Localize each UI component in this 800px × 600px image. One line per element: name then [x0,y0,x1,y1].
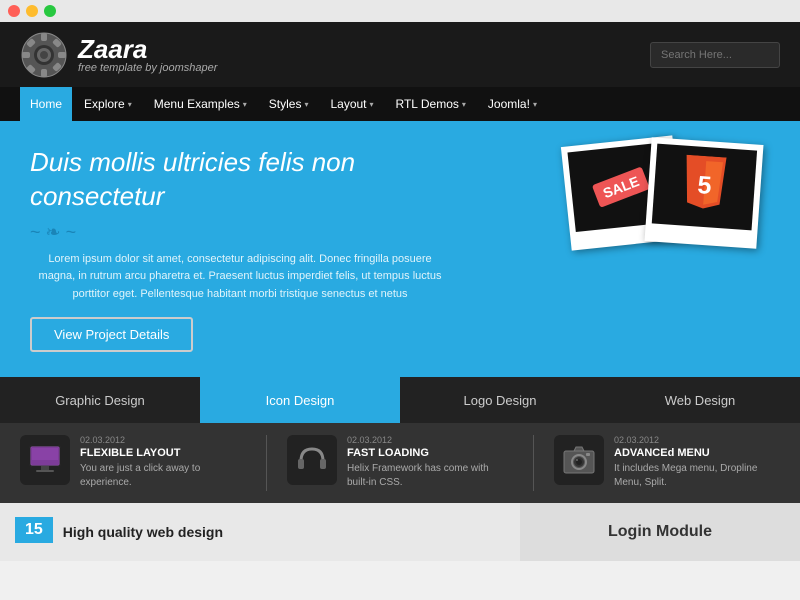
gear-icon [20,31,68,79]
chevron-down-icon: ▾ [462,100,466,109]
feature-1-date: 02.03.2012 [80,435,246,445]
headphones-svg [293,441,331,479]
feature-flexible-layout: 02.03.2012 FLEXIBLE LAYOUT You are just … [20,435,246,490]
close-button[interactable] [8,5,20,17]
page: Zaara free template by joomshaper Home E… [0,22,800,600]
chevron-down-icon: ▾ [370,100,374,109]
hero-description: Lorem ipsum dolor sit amet, consectetur … [30,251,450,304]
feature-1-text: 02.03.2012 FLEXIBLE LAYOUT You are just … [80,435,246,490]
monitor-svg [26,441,64,479]
title-bar [0,0,800,22]
bottom-strip: 15 High quality web design Login Module [0,503,800,561]
html5-badge: 5 [677,155,731,218]
camera-icon [554,435,604,485]
bottom-text-block: High quality web design [63,524,505,540]
hero-ornament: ~ ❧ ~ [30,222,450,243]
feature-fast-loading: 02.03.2012 FAST LOADING Helix Framework … [287,435,513,490]
nav-item-home[interactable]: Home [20,87,72,121]
view-project-button[interactable]: View Project Details [30,317,193,352]
feature-2-desc: Helix Framework has come with built-in C… [347,462,513,490]
bottom-number-badge: 15 [15,517,53,543]
feature-1-title: FLEXIBLE LAYOUT [80,447,246,459]
chevron-down-icon: ▾ [243,100,247,109]
polaroid-2: 5 [645,137,764,249]
nav-item-explore[interactable]: Explore ▾ [74,87,142,121]
feature-2-date: 02.03.2012 [347,435,513,445]
nav-item-joomla[interactable]: Joomla! ▾ [478,87,547,121]
feature-divider-1 [266,435,267,491]
features-section: 02.03.2012 FLEXIBLE LAYOUT You are just … [0,423,800,503]
feature-2-text: 02.03.2012 FAST LOADING Helix Framework … [347,435,513,490]
sale-tag: SALE [592,166,650,208]
header: Zaara free template by joomshaper [0,22,800,87]
camera-svg [560,441,598,479]
nav-item-rtl-demos[interactable]: RTL Demos ▾ [386,87,476,121]
monitor-icon [20,435,70,485]
nav-item-styles[interactable]: Styles ▾ [259,87,319,121]
logo-text: Zaara free template by joomshaper [78,36,217,74]
logo-tagline: free template by joomshaper [78,62,217,74]
feature-3-text: 02.03.2012 ADVANCEd MENU It includes Meg… [614,435,780,490]
feature-3-title: ADVANCEd MENU [614,447,780,459]
login-module-section: Login Module [520,503,800,561]
chevron-down-icon: ▾ [533,100,537,109]
hero-images: SALE 5 [566,141,760,245]
bottom-section-title: High quality web design [63,524,505,540]
feature-1-desc: You are just a click away to experience. [80,462,246,490]
chevron-down-icon: ▾ [128,100,132,109]
svg-text:5: 5 [697,171,713,200]
bottom-left-section: 15 High quality web design [0,503,520,561]
tab-icon-design[interactable]: Icon Design [200,377,400,423]
polaroid-2-image: 5 [652,144,757,231]
login-module-title: Login Module [608,523,712,541]
feature-3-date: 02.03.2012 [614,435,780,445]
minimize-button[interactable] [26,5,38,17]
chevron-down-icon: ▾ [304,100,308,109]
feature-2-title: FAST LOADING [347,447,513,459]
hero-section: Duis mollis ultricies felis non consecte… [0,121,800,377]
feature-3-desc: It includes Mega menu, Dropline Menu, Sp… [614,462,780,490]
nav-item-layout[interactable]: Layout ▾ [320,87,383,121]
tab-web-design[interactable]: Web Design [600,377,800,423]
hero-title: Duis mollis ultricies felis non consecte… [30,146,450,214]
hero-content: Duis mollis ultricies felis non consecte… [30,146,450,352]
maximize-button[interactable] [44,5,56,17]
search-input[interactable] [650,42,780,68]
tab-logo-design[interactable]: Logo Design [400,377,600,423]
logo-name: Zaara [78,36,217,62]
logo-area: Zaara free template by joomshaper [20,31,217,79]
nav-item-menu-examples[interactable]: Menu Examples ▾ [144,87,257,121]
html5-icon: 5 [677,154,731,220]
navbar: Home Explore ▾ Menu Examples ▾ Styles ▾ … [0,87,800,121]
headphones-icon [287,435,337,485]
feature-divider-2 [533,435,534,491]
feature-advanced-menu: 02.03.2012 ADVANCEd MENU It includes Meg… [554,435,780,490]
tab-graphic-design[interactable]: Graphic Design [0,377,200,423]
tabs-row: Graphic Design Icon Design Logo Design W… [0,377,800,423]
